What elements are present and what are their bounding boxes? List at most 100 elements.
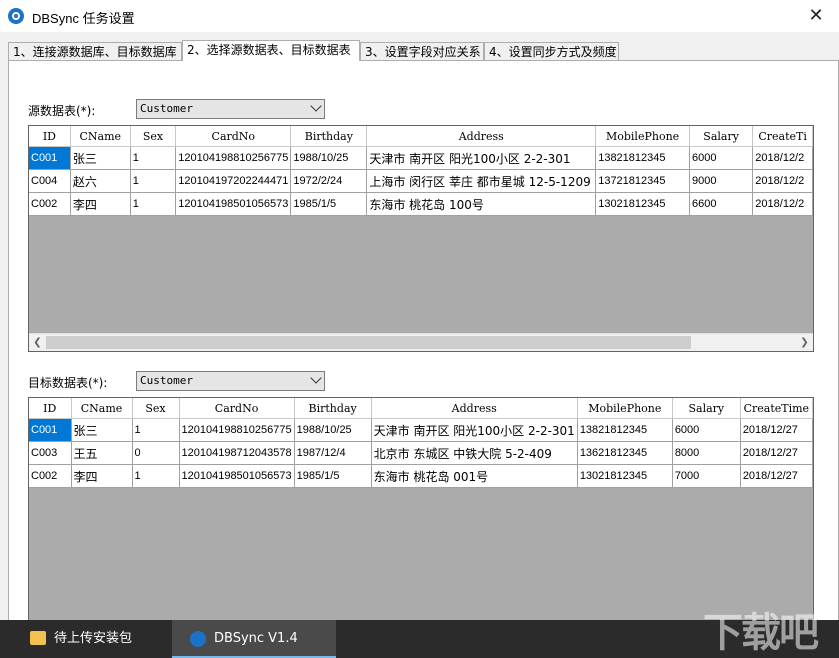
taskbar-folder-item[interactable]: 待上传安装包 (0, 620, 172, 658)
table-row[interactable]: C003 王五 0 120104198712043578 1987/12/4 北京市 东城… (29, 441, 813, 465)
column-header-sex[interactable]: Sex (132, 398, 180, 419)
table-cell[interactable]: C002 (29, 464, 72, 488)
table-cell[interactable]: 北京市 东城区 中铁大院 5-2-409 (371, 441, 578, 465)
table-cell[interactable]: 1 (130, 169, 177, 193)
column-header-salary[interactable]: Salary (672, 398, 741, 419)
table-cell[interactable]: 120104198712043578 (179, 441, 295, 465)
column-header-cardno[interactable]: CardNo (175, 126, 292, 147)
window-title: DBSync 任务设置 (32, 11, 135, 26)
table-cell[interactable]: 13821812345 (577, 418, 673, 442)
target-data-grid[interactable]: ID CName Sex CardNo Birthday Address MobilePho… (28, 397, 814, 621)
column-header-salary[interactable]: Salary (689, 126, 754, 147)
column-header-birthday[interactable]: Birthday (294, 398, 372, 419)
table-cell[interactable]: 120104198810256775 (175, 146, 292, 170)
table-cell[interactable]: 东海市 桃花岛 001号 (371, 464, 578, 488)
column-header-id[interactable]: ID (29, 126, 71, 147)
table-cell[interactable]: 1 (132, 464, 180, 488)
column-header-createtime[interactable]: CreateTime (740, 398, 813, 419)
table-row[interactable]: C002 李四 1 120104198501056573 1985/1/5 东海市 桃花岛… (29, 192, 813, 216)
table-cell[interactable]: 7000 (672, 464, 741, 488)
tab-connect-databases[interactable]: 1、连接源数据库、目标数据库 (8, 42, 182, 60)
table-cell[interactable]: 张三 (70, 146, 131, 170)
table-cell[interactable]: 上海市 闵行区 莘庄 都市星城 12-5-1209 (366, 169, 597, 193)
column-header-mobilephone[interactable]: MobilePhone (577, 398, 673, 419)
taskbar-dbsync-item[interactable]: DBSync V1.4 (172, 620, 336, 658)
column-header-address[interactable]: Address (366, 126, 597, 147)
table-cell[interactable]: 120104198501056573 (175, 192, 292, 216)
scroll-left-icon[interactable]: ❮ (29, 334, 46, 351)
scrollbar-thumb[interactable] (46, 336, 691, 349)
table-row[interactable]: C004 赵六 1 120104197202244471 1972/2/24 上海市 闵行… (29, 169, 813, 193)
tab-select-tables[interactable]: 2、选择源数据表、目标数据表 (182, 40, 360, 61)
source-data-grid[interactable]: ID CName Sex CardNo Birthday Address MobilePho… (28, 125, 814, 352)
table-cell[interactable]: 东海市 桃花岛 100号 (366, 192, 597, 216)
close-button[interactable]: ✕ (793, 0, 839, 32)
table-row[interactable]: C002 李四 1 120104198501056573 1985/1/5 东海市 桃花岛… (29, 464, 813, 488)
column-header-createti[interactable]: CreateTi (752, 126, 813, 147)
table-cell[interactable]: 1985/1/5 (290, 192, 368, 216)
table-cell[interactable]: 120104197202244471 (175, 169, 292, 193)
table-cell[interactable]: 1 (130, 192, 177, 216)
table-row[interactable]: C001 张三 1 120104198810256775 1988/10/25 天津市 南… (29, 146, 813, 170)
table-cell[interactable]: 2018/12/2 (752, 192, 813, 216)
target-table: ID CName Sex CardNo Birthday Address MobilePho… (29, 398, 813, 488)
table-cell[interactable]: 李四 (71, 464, 133, 488)
column-header-cname[interactable]: CName (70, 126, 131, 147)
target-table-label: 目标数据表(*): (28, 376, 108, 390)
tab-field-mapping[interactable]: 3、设置字段对应关系 (360, 42, 484, 60)
column-header-birthday[interactable]: Birthday (290, 126, 368, 147)
table-cell[interactable]: 13021812345 (577, 464, 673, 488)
scroll-right-icon[interactable]: ❯ (796, 334, 813, 351)
column-header-address[interactable]: Address (371, 398, 578, 419)
table-cell[interactable]: 2018/12/2 (752, 146, 813, 170)
table-cell[interactable]: C001 (29, 146, 71, 170)
table-cell[interactable]: 120104198810256775 (179, 418, 295, 442)
column-header-cardno[interactable]: CardNo (179, 398, 295, 419)
table-cell[interactable]: 8000 (672, 441, 741, 465)
table-cell[interactable]: 1972/2/24 (290, 169, 368, 193)
watermark-logo: 下载吧 (703, 610, 819, 656)
table-cell[interactable]: 赵六 (70, 169, 131, 193)
column-header-id[interactable]: ID (29, 398, 72, 419)
column-header-cname[interactable]: CName (71, 398, 133, 419)
table-cell[interactable]: 1 (132, 418, 180, 442)
table-cell[interactable]: 13721812345 (595, 169, 690, 193)
table-cell[interactable]: C001 (29, 418, 72, 442)
table-cell[interactable]: 13821812345 (595, 146, 690, 170)
table-cell[interactable]: 李四 (70, 192, 131, 216)
target-table-selected: Customer (140, 374, 193, 387)
table-cell[interactable]: 1988/10/25 (290, 146, 368, 170)
table-cell[interactable]: C004 (29, 169, 71, 193)
folder-icon (30, 631, 46, 645)
table-cell[interactable]: 2018/12/27 (740, 464, 813, 488)
table-cell[interactable]: 6600 (689, 192, 754, 216)
chevron-down-icon (310, 372, 322, 384)
column-header-sex[interactable]: Sex (130, 126, 177, 147)
source-horizontal-scrollbar[interactable]: ❮ ❯ (29, 333, 813, 351)
table-cell[interactable]: 1985/1/5 (294, 464, 372, 488)
table-cell[interactable]: 13621812345 (577, 441, 673, 465)
table-cell[interactable]: 2018/12/2 (752, 169, 813, 193)
table-cell[interactable]: 0 (132, 441, 180, 465)
table-cell[interactable]: 1 (130, 146, 177, 170)
table-cell[interactable]: 王五 (71, 441, 133, 465)
table-cell[interactable]: 2018/12/27 (740, 441, 813, 465)
table-row[interactable]: C001 张三 1 120104198810256775 1988/10/25 天津市 南… (29, 418, 813, 442)
table-cell[interactable]: 2018/12/27 (740, 418, 813, 442)
column-header-mobilephone[interactable]: MobilePhone (595, 126, 690, 147)
tab-sync-frequency[interactable]: 4、设置同步方式及频度 (484, 42, 619, 60)
target-table-select[interactable]: Customer (136, 371, 325, 391)
table-cell[interactable]: C003 (29, 441, 72, 465)
table-cell[interactable]: 6000 (689, 146, 754, 170)
table-cell[interactable]: 天津市 南开区 阳光100小区 2-2-301 (366, 146, 597, 170)
table-cell[interactable]: 9000 (689, 169, 754, 193)
table-cell[interactable]: 1988/10/25 (294, 418, 372, 442)
source-table-select[interactable]: Customer (136, 99, 325, 119)
table-cell[interactable]: 张三 (71, 418, 133, 442)
table-cell[interactable]: 6000 (672, 418, 741, 442)
table-cell[interactable]: 1987/12/4 (294, 441, 372, 465)
table-cell[interactable]: 13021812345 (595, 192, 690, 216)
table-cell[interactable]: 天津市 南开区 阳光100小区 2-2-301 (371, 418, 578, 442)
table-cell[interactable]: 120104198501056573 (179, 464, 295, 488)
table-cell[interactable]: C002 (29, 192, 71, 216)
